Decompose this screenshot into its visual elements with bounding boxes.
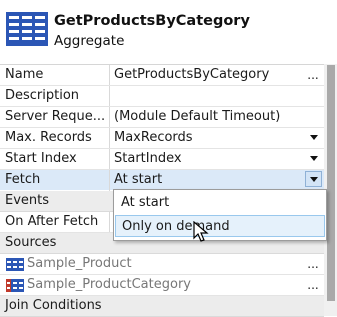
start-index-value[interactable]: StartIndex: [114, 151, 299, 166]
column-divider: [109, 149, 110, 170]
source-label: Sample_Product: [27, 256, 132, 271]
ellipsis-button[interactable]: ...: [302, 65, 324, 85]
entity-table-icon: [6, 258, 24, 271]
option-label: Only on demand: [122, 219, 230, 234]
dropdown-arrow-button[interactable]: [305, 171, 322, 187]
element-type-label: Aggregate: [54, 33, 125, 49]
section-label: Join Conditions: [5, 298, 102, 313]
property-label: On After Fetch: [5, 214, 99, 229]
column-divider: [109, 107, 110, 128]
chevron-down-icon[interactable]: [310, 156, 318, 161]
mouse-pointer-icon: [193, 221, 209, 242]
source-item-sample-product[interactable]: Sample_Product ...: [0, 254, 324, 275]
section-label: Events: [5, 193, 50, 208]
column-divider: [109, 65, 110, 86]
property-row-server-request-timeout[interactable]: Server Reque... (Module Default Timeout): [0, 107, 324, 128]
section-label: Sources: [5, 235, 57, 250]
column-divider: [109, 86, 110, 107]
entity-table-icon: [6, 279, 24, 292]
property-row-start-index[interactable]: Start Index StartIndex: [0, 149, 324, 170]
property-row-max-records[interactable]: Max. Records MaxRecords: [0, 128, 324, 149]
property-label: Start Index: [5, 151, 77, 166]
property-row-fetch[interactable]: Fetch At start: [0, 170, 324, 191]
max-records-value[interactable]: MaxRecords: [114, 130, 299, 145]
property-label: Server Reque...: [5, 109, 106, 124]
element-header: GetProductsByCategory Aggregate: [0, 0, 337, 62]
ellipsis-button[interactable]: ...: [302, 254, 324, 274]
property-label: Name: [5, 67, 44, 82]
element-title: GetProductsByCategory: [54, 13, 250, 29]
source-item-sample-productcategory[interactable]: Sample_ProductCategory ...: [0, 275, 324, 296]
property-label: Fetch: [5, 172, 41, 187]
property-row-name[interactable]: Name GetProductsByCategory ...: [0, 65, 324, 86]
dropdown-option-at-start[interactable]: At start: [115, 192, 325, 214]
property-label: Description: [5, 88, 80, 103]
column-divider: [109, 212, 110, 233]
source-label: Sample_ProductCategory: [27, 277, 191, 292]
aggregate-table-icon: [6, 12, 48, 46]
property-label: Max. Records: [5, 130, 92, 145]
scrollbar-thumb[interactable]: [327, 65, 335, 301]
section-join-conditions[interactable]: Join Conditions: [0, 296, 324, 317]
fetch-value[interactable]: At start: [114, 172, 299, 187]
option-label: At start: [121, 195, 170, 210]
column-divider: [109, 128, 110, 149]
timeout-value[interactable]: (Module Default Timeout): [114, 109, 299, 124]
column-divider: [109, 170, 110, 191]
fetch-dropdown-list: At start Only on demand: [113, 189, 327, 241]
chevron-down-icon[interactable]: [310, 135, 318, 140]
ellipsis-button[interactable]: ...: [302, 275, 324, 295]
name-value[interactable]: GetProductsByCategory: [114, 67, 299, 82]
dropdown-option-only-on-demand[interactable]: Only on demand: [115, 215, 325, 237]
property-row-description[interactable]: Description: [0, 86, 324, 107]
